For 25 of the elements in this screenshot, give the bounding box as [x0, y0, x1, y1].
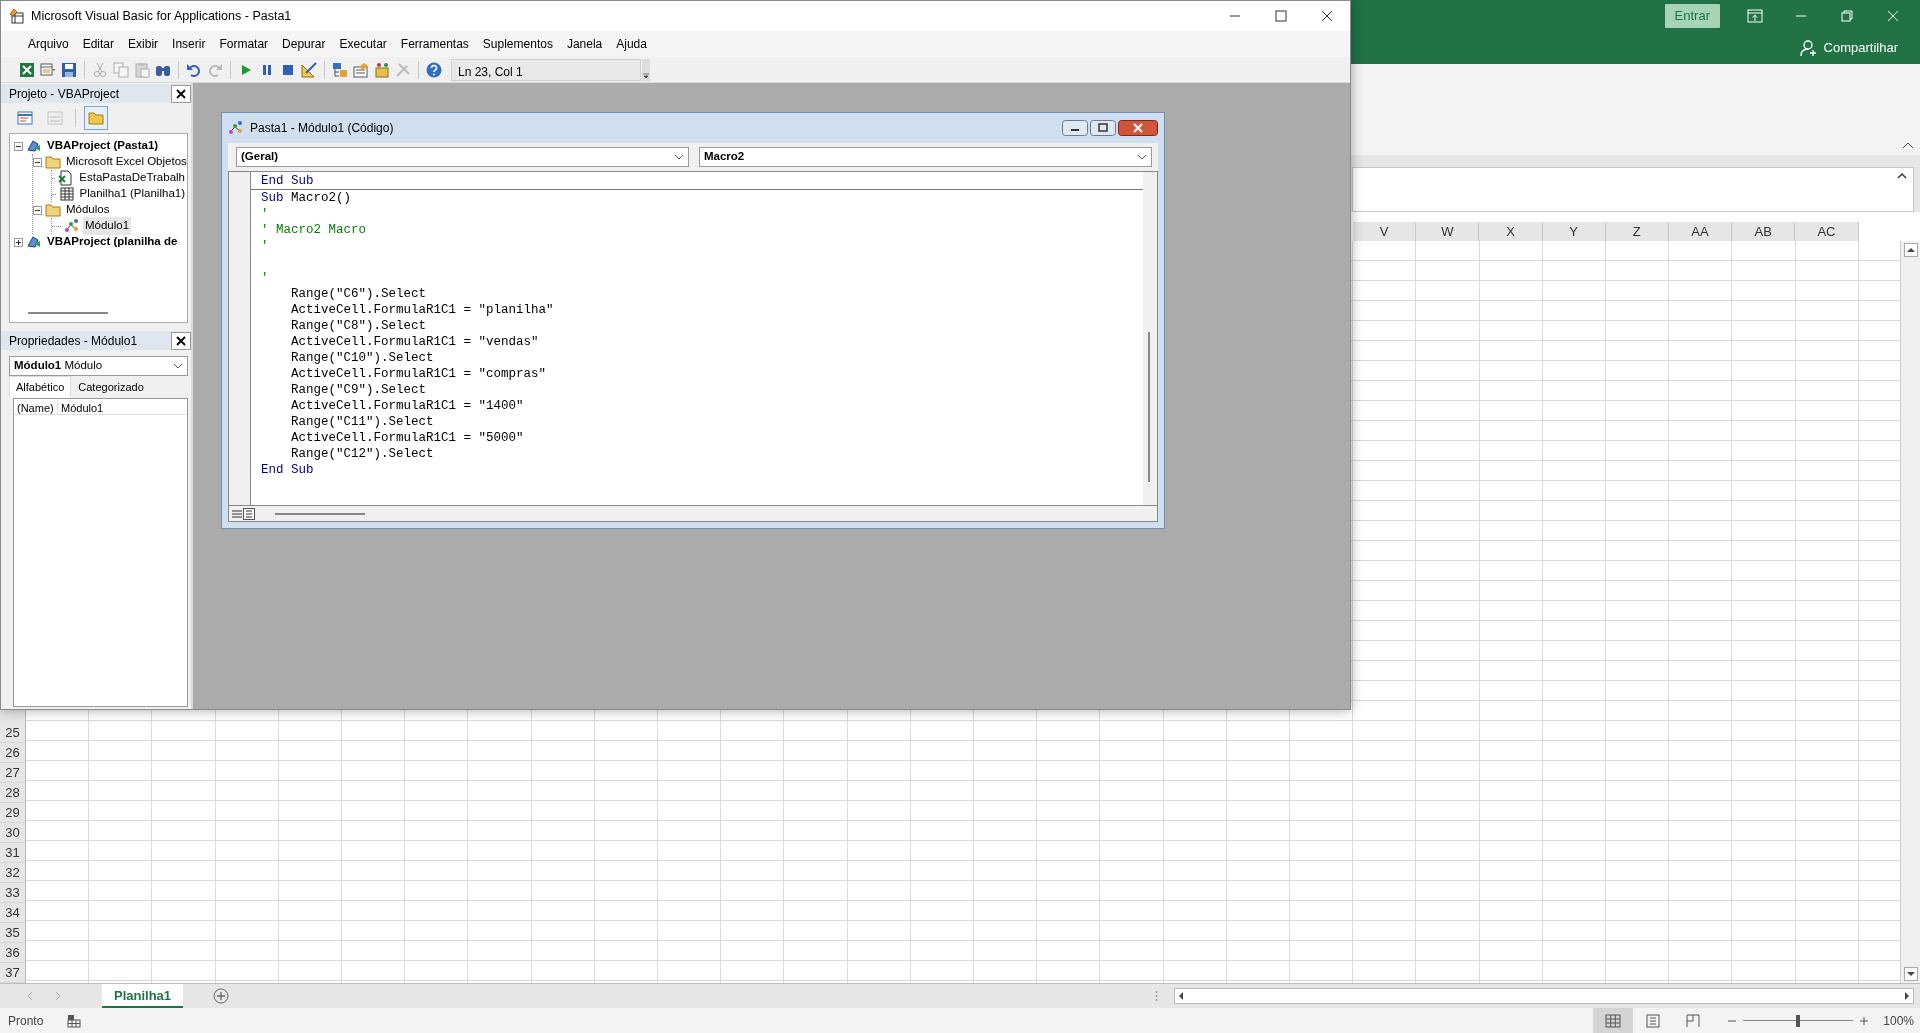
code-line: ActiveCell.FormulaR1C1 = "1400" — [290, 398, 525, 414]
code-line: ' Macro2 Macro — [261, 222, 368, 238]
code-line: Range("C10").Select — [290, 350, 435, 366]
code-line: Sub Macro2() — [261, 190, 353, 206]
code-line: Range("C12").Select — [290, 446, 435, 462]
property-name: (Name) — [14, 399, 58, 414]
code-line: Range("C8").Select — [290, 318, 428, 334]
code-line: ActiveCell.FormulaR1C1 = "5000" — [290, 430, 525, 446]
status-text: Pronto — [8, 1012, 44, 1030]
code-line: Range("C9").Select — [290, 382, 428, 398]
code-line: ' — [261, 206, 270, 222]
code-line: ActiveCell.FormulaR1C1 = "vendas" — [290, 334, 540, 350]
code-line: Range("C11").Select — [290, 414, 435, 430]
code-line: ' — [261, 238, 270, 254]
window-title: Microsoft Visual Basic for Applications - Pasta1 — [31, 7, 292, 25]
code-line: ActiveCell.FormulaR1C1 = "planilha" — [290, 302, 555, 318]
cursor-position: Ln 23, Col 1 — [451, 58, 641, 81]
window-title: Pasta1 - Módulo1 (Código) — [250, 120, 394, 137]
panel-title: Projeto - VBAProject — [9, 85, 120, 103]
panel-title: Propriedades - Módulo1 — [9, 332, 138, 350]
code-line: ActiveCell.FormulaR1C1 = "compras" — [290, 366, 548, 382]
code-line: End Sub — [261, 462, 315, 478]
code-line: ' — [261, 270, 270, 286]
code-line: Range("C6").Select — [290, 286, 428, 302]
code-line: End Sub — [261, 173, 315, 189]
